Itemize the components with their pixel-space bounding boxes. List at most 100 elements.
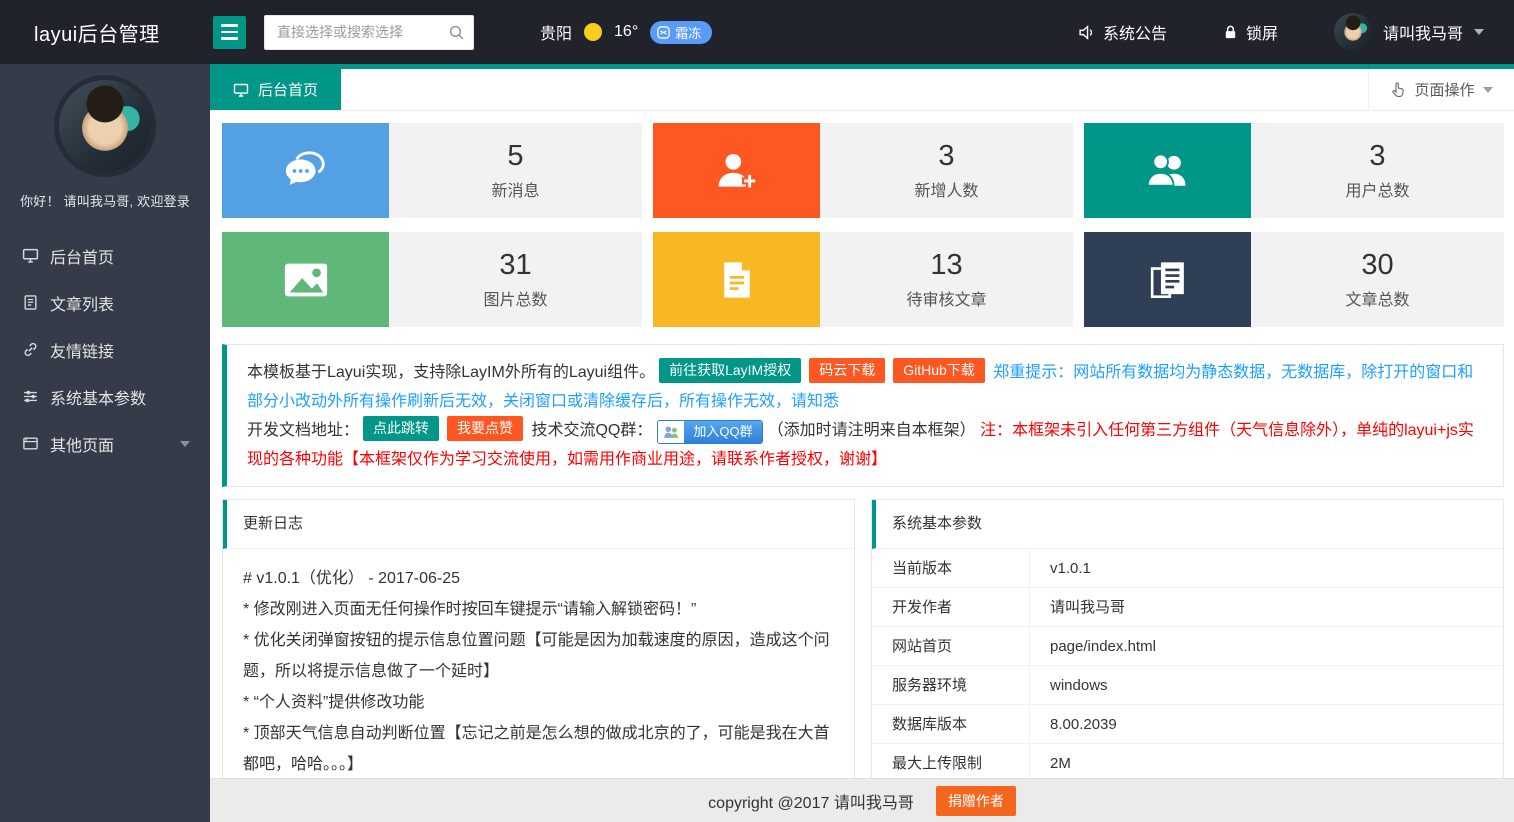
stat-value: 13 — [930, 249, 962, 282]
table-row: 开发作者 请叫我马哥 — [872, 588, 1503, 627]
param-label: 当前版本 — [872, 549, 1030, 587]
doc-jump-button[interactable]: 点此跳转 — [363, 416, 439, 441]
weather-condition: 霜冻 — [675, 23, 701, 42]
stat-value: 31 — [499, 249, 531, 282]
table-row: 服务器环境 windows — [872, 666, 1503, 705]
page-actions-dropdown[interactable]: 页面操作 — [1368, 69, 1514, 110]
app-logo: layui后台管理 — [0, 18, 210, 47]
app-window: layui后台管理 贵阳 16° 霜冻 系统公告 锁屏 请叫我马哥 — [0, 0, 1514, 822]
table-row: 网站首页 page/index.html — [872, 627, 1503, 666]
user-menu[interactable]: 请叫我马哥 — [1334, 13, 1484, 51]
menu-toggle-button[interactable] — [213, 16, 246, 49]
sidebar-item-params[interactable]: 系统基本参数 — [0, 373, 210, 420]
stat-label: 用户总数 — [1345, 177, 1409, 201]
stat-info: 5 新消息 — [389, 123, 642, 218]
param-label: 最大上传限制 — [872, 744, 1030, 778]
weather-city: 贵阳 — [540, 20, 572, 44]
chat-icon — [222, 123, 389, 218]
param-value: windows — [1030, 666, 1108, 704]
stat-value: 3 — [1369, 140, 1385, 173]
changelog-line: * “个人资料”提供修改功能 — [243, 687, 834, 718]
doc-address-label: 开发文档地址： — [247, 422, 359, 439]
frost-icon — [657, 26, 670, 39]
param-value: v1.0.1 — [1030, 549, 1091, 587]
user-add-icon — [653, 123, 820, 218]
search-input[interactable] — [264, 15, 474, 50]
stat-card-images[interactable]: 31 图片总数 — [222, 232, 642, 327]
stat-card-new-users[interactable]: 3 新增人数 — [653, 123, 1073, 218]
stat-value: 3 — [938, 140, 954, 173]
qq-group-label: 技术交流QQ群： — [531, 422, 652, 439]
stat-value: 5 — [507, 140, 523, 173]
system-params-table: 当前版本 v1.0.1 开发作者 请叫我马哥 网站首页 page/index.h… — [872, 549, 1503, 778]
gitee-download-button[interactable]: 码云下载 — [809, 358, 885, 383]
lock-icon — [1223, 24, 1238, 40]
sidebar-item-other[interactable]: 其他页面 — [0, 420, 210, 467]
qq-group-badge[interactable]: 加入QQ群 — [657, 420, 762, 444]
file-text-icon — [653, 232, 820, 327]
join-qq-button[interactable]: 加入QQ群 — [684, 421, 761, 443]
changelog-body: # v1.0.1（优化） - 2017-06-25 * 修改刚进入页面无任何操作… — [223, 549, 854, 778]
param-label: 数据库版本 — [872, 705, 1030, 743]
stat-label: 新消息 — [491, 177, 539, 201]
qq-note-text: （添加时请注明来自本框架） — [768, 422, 976, 439]
bottom-panels: 更新日志 # v1.0.1（优化） - 2017-06-25 * 修改刚进入页面… — [222, 499, 1504, 778]
param-label: 开发作者 — [872, 588, 1030, 626]
github-download-button[interactable]: GitHub下载 — [893, 358, 985, 383]
speaker-icon — [1078, 24, 1095, 41]
layim-auth-button[interactable]: 前往获取LayIM授权 — [659, 358, 801, 383]
param-value: 2M — [1030, 744, 1071, 778]
param-value: 8.00.2039 — [1030, 705, 1117, 743]
tab-content: 5 新消息 3 新增人数 — [210, 111, 1514, 778]
notice-panel: 本模板基于Layui实现，支持除LayIM外所有的Layui组件。前往获取Lay… — [222, 344, 1504, 487]
weather-widget: 贵阳 16° 霜冻 — [540, 20, 712, 44]
search-icon[interactable] — [448, 24, 465, 41]
qq-avatars-icon — [658, 421, 684, 443]
user-avatar[interactable] — [1334, 13, 1372, 51]
param-value: page/index.html — [1030, 627, 1156, 665]
tab-bar: 后台首页 页面操作 — [210, 69, 1514, 111]
sidebar-item-label: 友情链接 — [50, 338, 114, 362]
sidebar-item-articles[interactable]: 文章列表 — [0, 279, 210, 326]
main-area: 后台首页 页面操作 5 — [210, 64, 1514, 822]
sidebar-nav: 后台首页 文章列表 友情链接 系统基本参数 其他页面 — [0, 232, 210, 467]
stat-info: 30 文章总数 — [1251, 232, 1504, 327]
changelog-panel: 更新日志 # v1.0.1（优化） - 2017-06-25 * 修改刚进入页面… — [222, 499, 855, 778]
param-label: 服务器环境 — [872, 666, 1030, 704]
chevron-down-icon — [1483, 87, 1493, 93]
desktop-icon — [22, 247, 39, 264]
stat-label: 新增人数 — [914, 177, 978, 201]
greeting-text: 你好！ 请叫我马哥, 欢迎登录 — [0, 191, 210, 210]
link-icon — [22, 341, 39, 358]
profile-avatar[interactable] — [59, 80, 151, 172]
tab-home[interactable]: 后台首页 — [210, 69, 341, 110]
changelog-line: * 优化关闭弹窗按钮的提示信息位置问题【可能是因为加载速度的原因，造成这个问题，… — [243, 625, 834, 687]
sidebar-item-home[interactable]: 后台首页 — [0, 232, 210, 279]
changelog-line: * 顶部天气信息自动判断位置【忘记之前是怎么想的做成北京的了，可能是我在大首都吧… — [243, 718, 834, 778]
search-box[interactable] — [264, 15, 474, 50]
table-row: 最大上传限制 2M — [872, 744, 1503, 778]
stat-label: 文章总数 — [1345, 286, 1409, 310]
image-icon — [222, 232, 389, 327]
sidebar: 你好！ 请叫我马哥, 欢迎登录 后台首页 文章列表 友情链接 系统基本参数 — [0, 64, 210, 822]
sun-icon — [584, 23, 602, 41]
changelog-line: # v1.0.1（优化） - 2017-06-25 — [243, 563, 834, 594]
copyright-text: copyright @2017 请叫我马哥 — [708, 789, 914, 813]
page-actions-label: 页面操作 — [1414, 79, 1474, 100]
sidebar-item-links[interactable]: 友情链接 — [0, 326, 210, 373]
document-icon — [22, 294, 39, 311]
table-row: 数据库版本 8.00.2039 — [872, 705, 1503, 744]
like-button[interactable]: 我要点赞 — [447, 416, 523, 441]
hand-pointer-icon — [1390, 82, 1406, 98]
announcement-label: 系统公告 — [1103, 20, 1167, 44]
announcement-button[interactable]: 系统公告 — [1078, 20, 1167, 44]
chevron-down-icon — [1474, 29, 1484, 35]
stat-card-total-users[interactable]: 3 用户总数 — [1084, 123, 1504, 218]
stat-card-pending-articles[interactable]: 13 待审核文章 — [653, 232, 1073, 327]
stat-card-messages[interactable]: 5 新消息 — [222, 123, 642, 218]
lock-screen-button[interactable]: 锁屏 — [1223, 20, 1278, 44]
donate-button[interactable]: 捐赠作者 — [936, 786, 1016, 816]
stat-label: 图片总数 — [483, 286, 547, 310]
stat-cards: 5 新消息 3 新增人数 — [222, 123, 1504, 327]
stat-card-total-articles[interactable]: 30 文章总数 — [1084, 232, 1504, 327]
